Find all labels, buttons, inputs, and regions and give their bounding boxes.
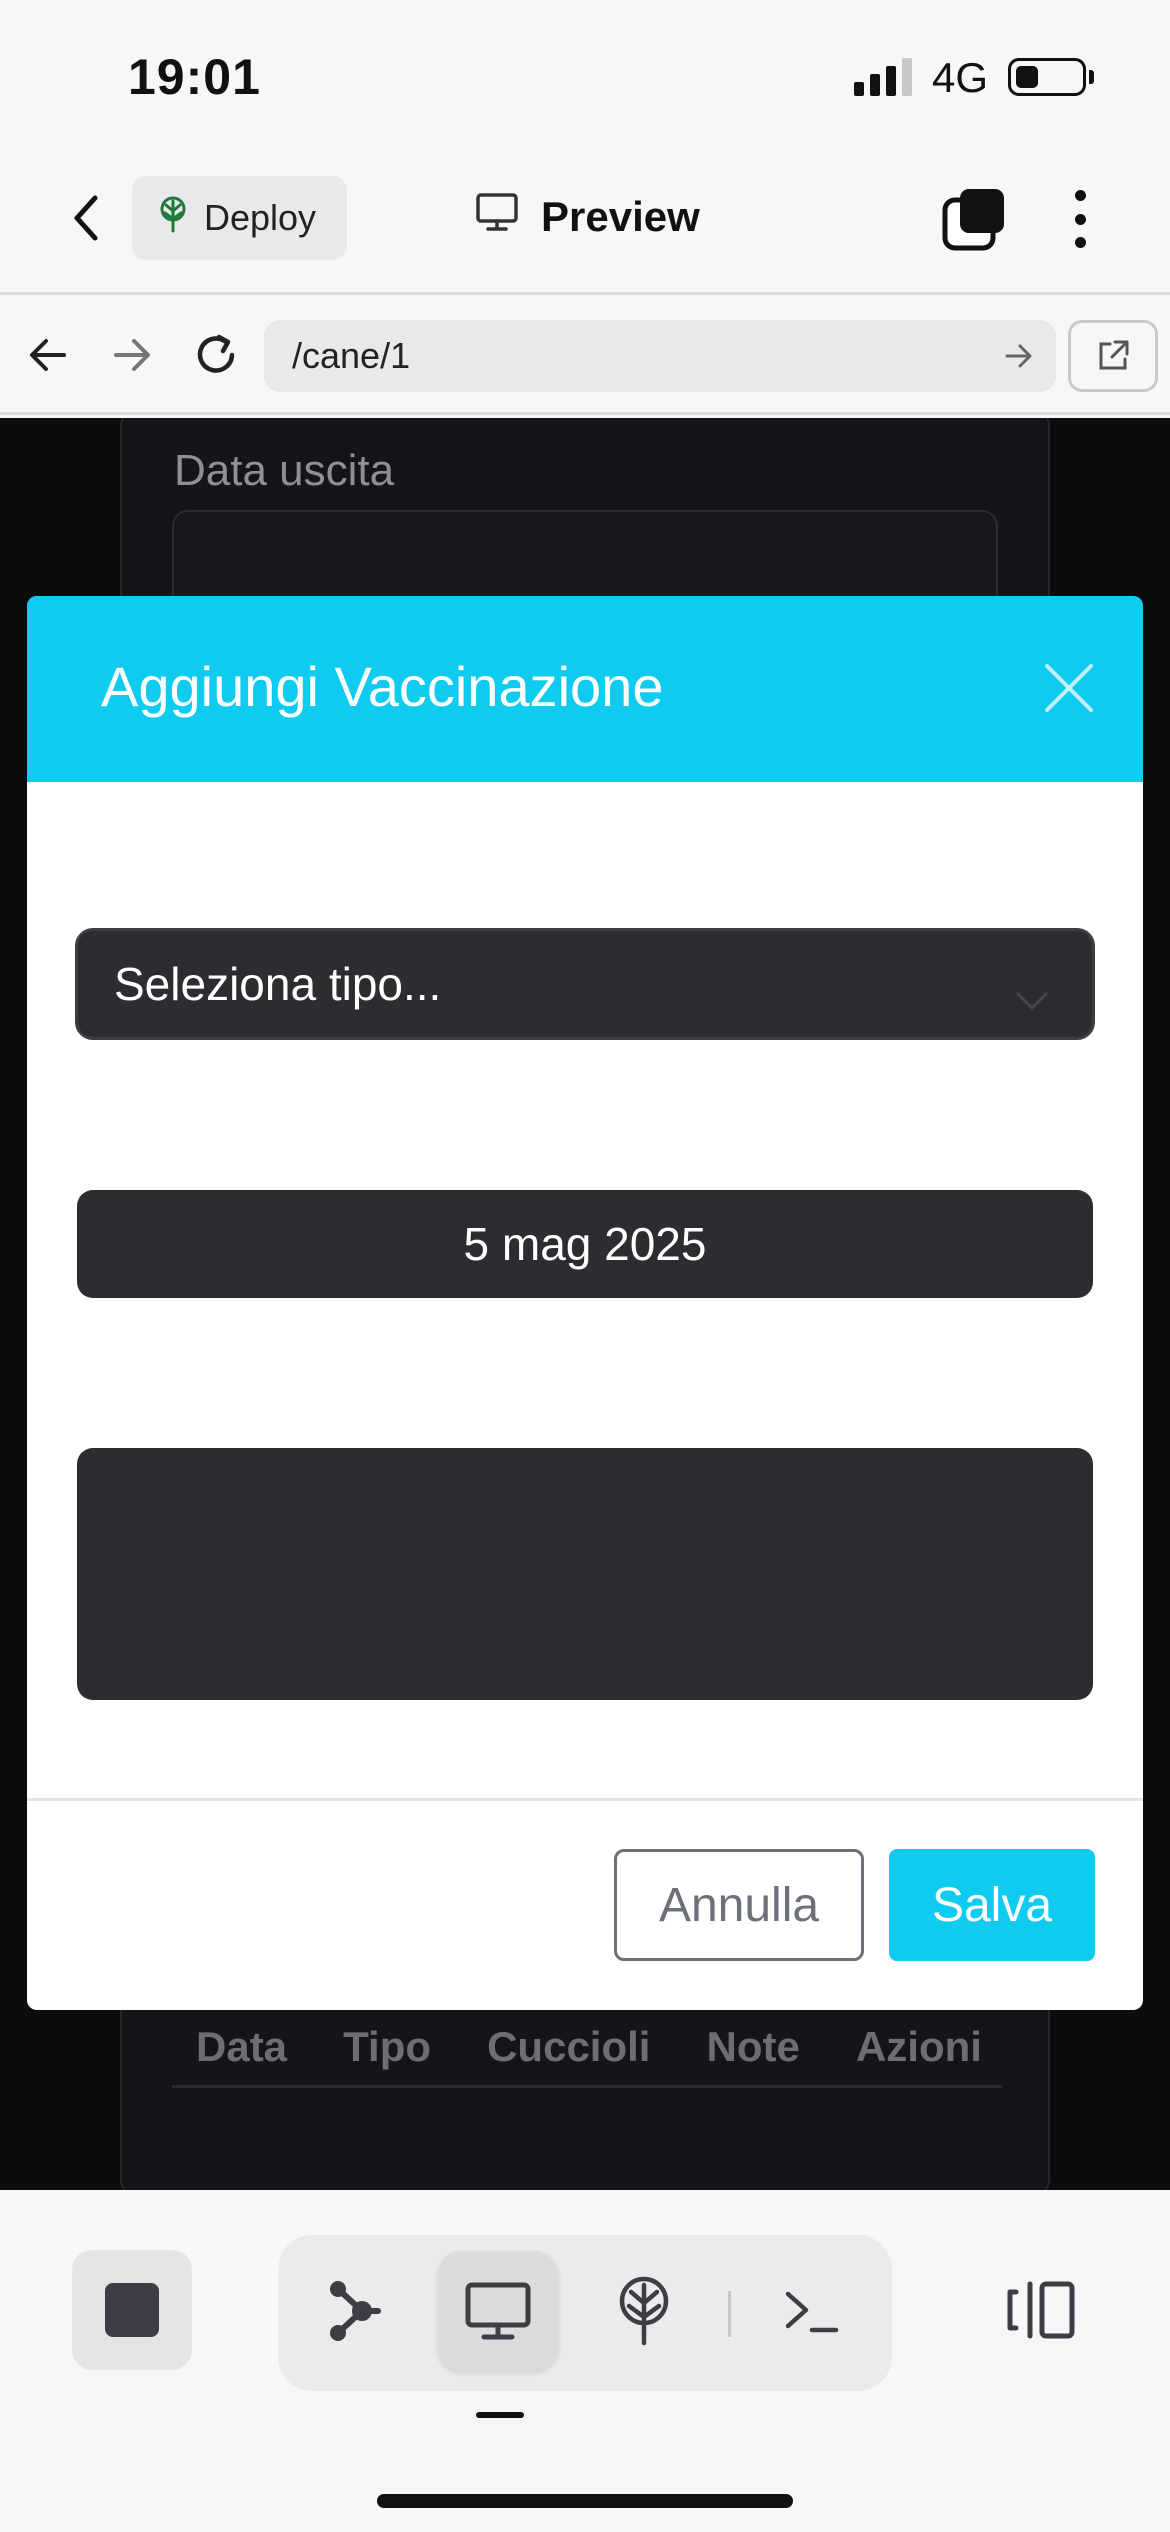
- back-chevron-icon[interactable]: [58, 190, 114, 246]
- network-type: 4G: [932, 54, 989, 101]
- add-vaccination-modal: Aggiungi Vaccinazione Seleziona tipo... …: [27, 596, 1143, 2010]
- column-header: Azioni: [855, 2022, 982, 2070]
- bottom-toolbar: [0, 2190, 1170, 2532]
- deploy-icon[interactable]: [584, 2251, 704, 2371]
- arrow-right-icon[interactable]: [102, 325, 162, 385]
- modal-divider: [27, 1798, 1143, 1801]
- tool-group: [278, 2235, 892, 2391]
- preview-label: Preview: [541, 193, 700, 240]
- stop-icon[interactable]: [72, 2250, 192, 2370]
- cancel-button[interactable]: Annulla: [614, 1849, 864, 1961]
- status-time: 19:01: [128, 49, 261, 105]
- home-indicator: [377, 2494, 793, 2508]
- reload-icon[interactable]: [186, 325, 246, 385]
- notes-textarea[interactable]: [77, 1448, 1093, 1700]
- table-header: Data Tipo Cuccioli Note Azioni: [172, 2008, 1002, 2088]
- status-bar: 19:01 4G: [0, 0, 1170, 150]
- deploy-tree-icon: [156, 195, 190, 242]
- monitor-tool-icon[interactable]: [438, 2251, 558, 2371]
- battery-icon: [1008, 58, 1086, 96]
- vaccination-date-field[interactable]: 5 mag 2025: [77, 1190, 1093, 1298]
- column-header: Cuccioli: [487, 2022, 651, 2070]
- save-button[interactable]: Salva: [889, 1849, 1095, 1961]
- tool-separator: [728, 2291, 731, 2337]
- browser-bar: /cane/1: [0, 295, 1170, 415]
- chevron-down-icon: [1014, 969, 1050, 1023]
- column-header: Data: [196, 2022, 288, 2070]
- tabs-icon[interactable]: [942, 186, 1008, 252]
- select-placeholder: Seleziona tipo...: [114, 958, 442, 1010]
- terminal-icon[interactable]: [752, 2251, 872, 2371]
- vaccination-type-select[interactable]: Seleziona tipo...: [75, 928, 1095, 1040]
- close-icon[interactable]: [1041, 660, 1097, 716]
- column-header: Note: [706, 2022, 800, 2070]
- panel-icon[interactable]: [1000, 2250, 1080, 2370]
- url-field[interactable]: /cane/1: [264, 320, 1056, 392]
- branch-icon[interactable]: [292, 2251, 412, 2371]
- monitor-icon: [475, 192, 519, 242]
- exit-date-label: Data uscita: [174, 446, 395, 495]
- deploy-button[interactable]: Deploy: [132, 176, 347, 260]
- go-arrow-icon[interactable]: [1004, 338, 1034, 380]
- battery-tip: [1089, 70, 1094, 84]
- column-header: Tipo: [343, 2022, 432, 2070]
- active-tab-indicator: [476, 2412, 524, 2418]
- deploy-label: Deploy: [204, 197, 317, 238]
- preview-title: Preview: [475, 192, 700, 242]
- more-vertical-icon[interactable]: [1060, 186, 1100, 252]
- external-link-icon[interactable]: [1068, 320, 1158, 392]
- modal-title: Aggiungi Vaccinazione: [101, 655, 664, 718]
- app-header: Deploy Preview: [0, 150, 1170, 295]
- url-text: /cane/1: [292, 335, 411, 376]
- modal-header: Aggiungi Vaccinazione: [27, 596, 1143, 782]
- arrow-left-icon[interactable]: [18, 325, 78, 385]
- cellular-signal-icon: [854, 56, 912, 96]
